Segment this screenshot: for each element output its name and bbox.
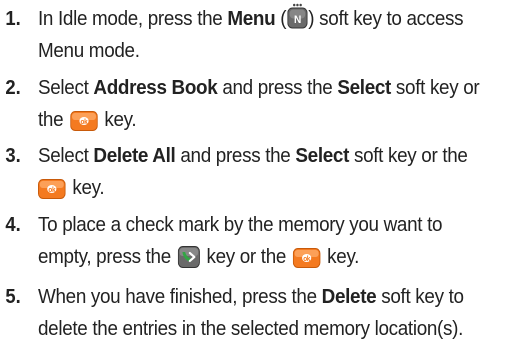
address-book-label: Address Book <box>93 76 218 99</box>
step-number: 3. <box>5 144 21 167</box>
svg-text:N: N <box>294 14 301 26</box>
delete-all-label: Delete All <box>93 144 176 167</box>
step-4: 4. To place a check mark by the memory y… <box>0 209 524 273</box>
step-text: Select Address Book and press the Select… <box>38 76 480 131</box>
select-key-label: Select <box>337 76 392 99</box>
delete-key-label: Delete <box>321 285 377 308</box>
ok-key-icon: ok <box>70 111 98 131</box>
step-number: 1. <box>5 7 21 30</box>
menu-key-label: Menu <box>227 7 276 30</box>
send-key-icon <box>177 246 200 268</box>
svg-text:ok: ok <box>80 119 87 126</box>
select-key-label: Select <box>295 144 350 167</box>
svg-text:ok: ok <box>303 256 310 263</box>
step-2: 2. Select Address Book and press the Sel… <box>0 72 524 136</box>
step-3: 3. Select Delete All and press the Selec… <box>0 140 524 204</box>
step-1: 1. In Idle mode, press the Menu ( N ) so… <box>0 3 524 67</box>
step-text: In Idle mode, press the Menu ( N ) soft … <box>38 3 485 67</box>
step-number: 5. <box>5 285 21 308</box>
step-number: 2. <box>5 76 21 99</box>
ok-key-icon: ok <box>38 179 66 199</box>
menu-soft-key-icon: N <box>287 3 308 29</box>
step-number: 4. <box>5 213 21 236</box>
step-text: To place a check mark by the memory you … <box>38 213 443 268</box>
step-5: 5. When you have finished, press the Del… <box>0 281 524 345</box>
ok-key-icon: ok <box>292 248 321 268</box>
step-text: When you have finished, press the Delete… <box>38 285 464 340</box>
svg-text:ok: ok <box>48 187 55 194</box>
step-text: Select Delete All and press the Select s… <box>38 144 468 199</box>
